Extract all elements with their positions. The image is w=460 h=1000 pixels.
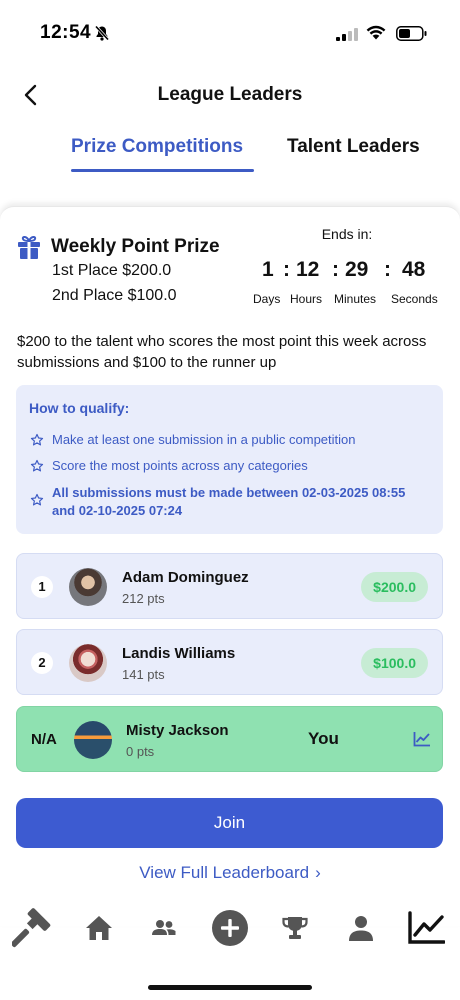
tab-prize-competitions[interactable]: Prize Competitions — [71, 136, 243, 158]
qualify-item-text: All submissions must be made between 02-… — [52, 485, 406, 518]
star-icon — [30, 433, 44, 446]
nav-community[interactable] — [142, 906, 186, 950]
view-full-leaderboard-link[interactable]: View Full Leaderboard › — [0, 863, 460, 883]
nav-leaderboard[interactable] — [273, 906, 317, 950]
avatar — [74, 721, 112, 759]
bottom-nav — [0, 900, 460, 960]
add-icon — [212, 910, 248, 946]
hours-label: Hours — [290, 292, 323, 306]
qualify-item: Score the most points across any categor… — [29, 458, 308, 473]
current-user-row[interactable]: N/A Misty Jackson 0 pts You — [16, 706, 443, 772]
stats-chart-icon[interactable] — [413, 731, 431, 747]
player-points: 212 pts — [122, 591, 165, 606]
gift-icon — [18, 235, 40, 259]
qualify-title: How to qualify: — [29, 400, 130, 416]
player-name: Misty Jackson — [126, 722, 229, 739]
qualify-item-text: Score the most points across any categor… — [52, 458, 308, 473]
wifi-icon — [366, 25, 386, 40]
leaderboard-row[interactable]: 2 Landis Williams 141 pts $100.0 — [16, 629, 443, 695]
nav-home[interactable] — [77, 906, 121, 950]
qualify-item: Make at least one submission in a public… — [29, 432, 356, 447]
countdown-separator: : — [283, 258, 290, 281]
user-rank: N/A — [31, 731, 57, 748]
player-name: Adam Dominguez — [122, 569, 249, 586]
people-icon — [152, 920, 176, 935]
status-bar: 12:54 — [0, 0, 460, 64]
view-full-leaderboard-label: View Full Leaderboard — [139, 863, 310, 882]
signal-icon — [336, 28, 358, 41]
countdown-separator: : — [332, 258, 339, 281]
countdown-minutes: 29 — [345, 258, 369, 281]
nav-league-leaders[interactable] — [404, 906, 448, 950]
qualify-item-text: Make at least one submission in a public… — [52, 432, 356, 447]
chevron-right-icon: › — [315, 863, 321, 882]
nav-competitions[interactable] — [10, 906, 54, 950]
home-icon — [86, 916, 112, 940]
chart-icon — [408, 911, 445, 944]
prize-amount-badge: $200.0 — [361, 572, 428, 602]
join-button[interactable]: Join — [16, 798, 443, 848]
qualify-box: How to qualify: Make at least one submis… — [16, 385, 443, 534]
you-label: You — [308, 729, 339, 748]
player-points: 141 pts — [122, 667, 165, 682]
avatar — [69, 644, 107, 682]
countdown-days: 1 — [262, 258, 274, 281]
prize-title: Weekly Point Prize — [51, 236, 220, 257]
person-icon — [349, 916, 373, 941]
seconds-label: Seconds — [391, 292, 438, 306]
rank-badge: 2 — [31, 652, 53, 674]
gavel-icon — [12, 908, 51, 948]
leaderboard-row[interactable]: 1 Adam Dominguez 212 pts $200.0 — [16, 553, 443, 619]
first-place-prize: 1st Place $200.0 — [52, 262, 172, 279]
countdown-seconds: 48 — [402, 258, 426, 281]
bell-off-icon — [94, 25, 110, 41]
page-title: League Leaders — [157, 84, 303, 105]
days-label: Days — [253, 292, 281, 306]
trophy-icon — [282, 917, 308, 939]
second-place-prize: 2nd Place $100.0 — [52, 287, 177, 304]
minutes-label: Minutes — [334, 292, 377, 306]
tab-bar: Prize Competitions Talent Leaders — [0, 136, 460, 176]
battery-icon — [396, 26, 427, 41]
nav-profile[interactable] — [339, 906, 383, 950]
tab-talent-leaders[interactable]: Talent Leaders — [287, 136, 420, 158]
avatar — [69, 568, 107, 606]
player-name: Landis Williams — [122, 645, 236, 662]
prize-amount-badge: $100.0 — [361, 648, 428, 678]
home-indicator — [148, 985, 312, 990]
nav-add[interactable] — [208, 906, 252, 950]
prize-description: $200 to the talent who scores the most p… — [17, 333, 427, 371]
countdown-separator: : — [384, 258, 391, 281]
star-icon — [30, 493, 44, 506]
player-points: 0 pts — [126, 744, 155, 759]
rank-badge: 1 — [31, 576, 53, 598]
ends-in-label: Ends in: — [321, 226, 373, 242]
qualify-item: All submissions must be made between 02-… — [29, 484, 429, 520]
status-time: 12:54 — [40, 22, 92, 43]
active-tab-indicator — [71, 169, 254, 172]
countdown-hours: 12 — [296, 258, 320, 281]
star-icon — [30, 459, 44, 472]
